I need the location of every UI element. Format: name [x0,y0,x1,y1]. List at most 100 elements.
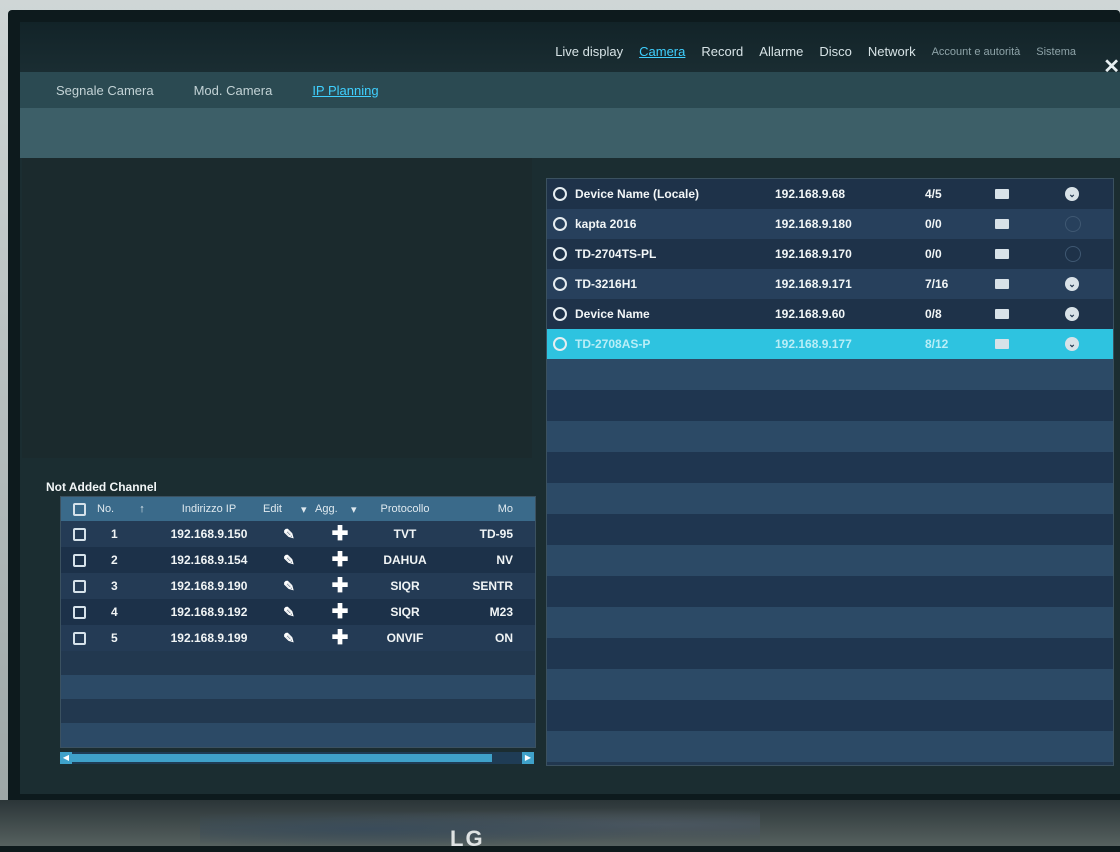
radio-button[interactable] [553,247,567,261]
chevron-down-icon[interactable]: ⌄ [1065,277,1079,291]
row-checkbox[interactable] [72,579,86,593]
radio-button[interactable] [553,217,567,231]
device-ip: 192.168.9.171 [775,277,852,291]
tab-mod-camera[interactable]: Mod. Camera [194,83,273,98]
device-channels: 0/8 [925,307,942,321]
device-row[interactable]: TD-2704TS-PL 192.168.9.170 0/0 [547,239,1113,269]
not-added-channel-title: Not Added Channel [46,480,157,494]
empty-row [61,651,535,675]
table-row[interactable]: 1 192.168.9.150 ✎ ✚ TVT TD-95 [61,521,535,547]
add-icon[interactable]: ✚ [332,577,349,595]
chevron-down-icon[interactable]: ⌄ [1065,187,1079,201]
device-row[interactable]: TD-2708AS-P 192.168.9.177 8/12 ⌄ [547,329,1113,359]
empty-row [61,699,535,723]
device-row[interactable]: kapta 2016 192.168.9.180 0/0 [547,209,1113,239]
topology-pane [22,158,532,458]
pencil-icon[interactable]: ✎ [283,630,295,646]
menu-allarme[interactable]: Allarme [759,44,803,59]
menu-camera[interactable]: Camera [639,44,685,59]
row-checkbox[interactable] [72,605,86,619]
nvr-screen: Live display Camera Record Allarme Disco… [20,22,1120,794]
row-ip: 192.168.9.190 [170,579,248,593]
channel-scrollbar[interactable]: ◀ ▶ [60,752,534,764]
row-model: ON [495,631,513,645]
sort-up-icon[interactable]: ↑ [129,503,155,515]
table-row[interactable]: 5 192.168.9.199 ✎ ✚ ONVIF ON [61,625,535,651]
menu-account[interactable]: Account e autorità [932,46,1021,58]
add-icon[interactable]: ✚ [332,629,349,647]
message-icon[interactable] [995,279,1009,289]
toolbar-band [20,108,1120,158]
scrollbar-thumb[interactable] [72,754,492,762]
row-checkbox[interactable] [72,527,86,541]
scroll-right-icon[interactable]: ▶ [522,752,534,764]
row-ip: 192.168.9.154 [170,553,248,567]
top-menu-bar: Live display Camera Record Allarme Disco… [20,22,1120,78]
menu-disco[interactable]: Disco [819,44,852,59]
device-ip: 192.168.9.68 [775,187,846,201]
radio-button[interactable] [553,187,567,201]
menu-record[interactable]: Record [701,44,743,59]
device-name: Device Name [575,307,650,321]
table-row[interactable]: 2 192.168.9.154 ✎ ✚ DAHUA NV [61,547,535,573]
table-row[interactable]: 3 192.168.9.190 ✎ ✚ SIQR SENTR [61,573,535,599]
chevron-down-icon[interactable]: ▾ [351,503,365,516]
add-icon[interactable]: ✚ [332,603,349,621]
empty-row [547,700,1113,731]
col-edit[interactable]: Edit [263,503,301,515]
device-row[interactable]: Device Name 192.168.9.60 0/8 ⌄ [547,299,1113,329]
tab-segnale-camera[interactable]: Segnale Camera [56,83,154,98]
empty-row [61,675,535,699]
radio-button[interactable] [553,277,567,291]
pencil-icon[interactable]: ✎ [283,578,295,594]
chevron-down-icon[interactable] [1065,216,1081,232]
empty-row [547,421,1113,452]
row-protocol: TVT [393,527,417,541]
menu-network[interactable]: Network [868,44,916,59]
col-ip[interactable]: Indirizzo IP [155,503,263,515]
row-checkbox[interactable] [72,631,86,645]
message-icon[interactable] [995,219,1009,229]
pencil-icon[interactable]: ✎ [283,604,295,620]
row-no: 5 [111,631,118,645]
scroll-left-icon[interactable]: ◀ [60,752,72,764]
radio-button[interactable] [553,307,567,321]
empty-row [547,545,1113,576]
menu-live-display[interactable]: Live display [555,44,623,59]
col-protocol[interactable]: Protocollo [365,503,445,515]
row-no: 2 [111,553,118,567]
add-icon[interactable]: ✚ [332,551,349,569]
row-checkbox[interactable] [72,553,86,567]
col-add[interactable]: Agg. [315,503,351,515]
col-no[interactable]: No. [97,503,129,515]
main-menu: Live display Camera Record Allarme Disco… [555,44,1110,59]
select-all-checkbox[interactable] [72,502,86,516]
device-ip: 192.168.9.180 [775,217,852,231]
chevron-down-icon[interactable] [1065,246,1081,262]
message-icon[interactable] [995,189,1009,199]
row-protocol: SIQR [390,605,420,619]
pencil-icon[interactable]: ✎ [283,526,295,542]
add-icon[interactable]: ✚ [332,525,349,543]
table-row[interactable]: 4 192.168.9.192 ✎ ✚ SIQR M23 [61,599,535,625]
device-row[interactable]: TD-3216H1 192.168.9.171 7/16 ⌄ [547,269,1113,299]
chevron-down-icon[interactable]: ▾ [301,503,315,516]
row-no: 4 [111,605,118,619]
radio-button[interactable] [553,337,567,351]
empty-row [547,731,1113,762]
col-model[interactable]: Mo [445,503,513,515]
message-icon[interactable] [995,339,1009,349]
tab-ip-planning[interactable]: IP Planning [312,83,378,98]
empty-row [547,638,1113,669]
row-protocol: ONVIF [386,631,424,645]
device-ip: 192.168.9.60 [775,307,846,321]
menu-sistema[interactable]: Sistema [1036,46,1076,58]
message-icon[interactable] [995,249,1009,259]
pencil-icon[interactable]: ✎ [283,552,295,568]
message-icon[interactable] [995,309,1009,319]
chevron-down-icon[interactable]: ⌄ [1065,337,1079,351]
empty-row [547,576,1113,607]
device-row[interactable]: Device Name (Locale) 192.168.9.68 4/5 ⌄ [547,179,1113,209]
chevron-down-icon[interactable]: ⌄ [1065,307,1079,321]
channel-table-header: No. ↑ Indirizzo IP Edit ▾ Agg. ▾ Protoco… [61,497,535,521]
